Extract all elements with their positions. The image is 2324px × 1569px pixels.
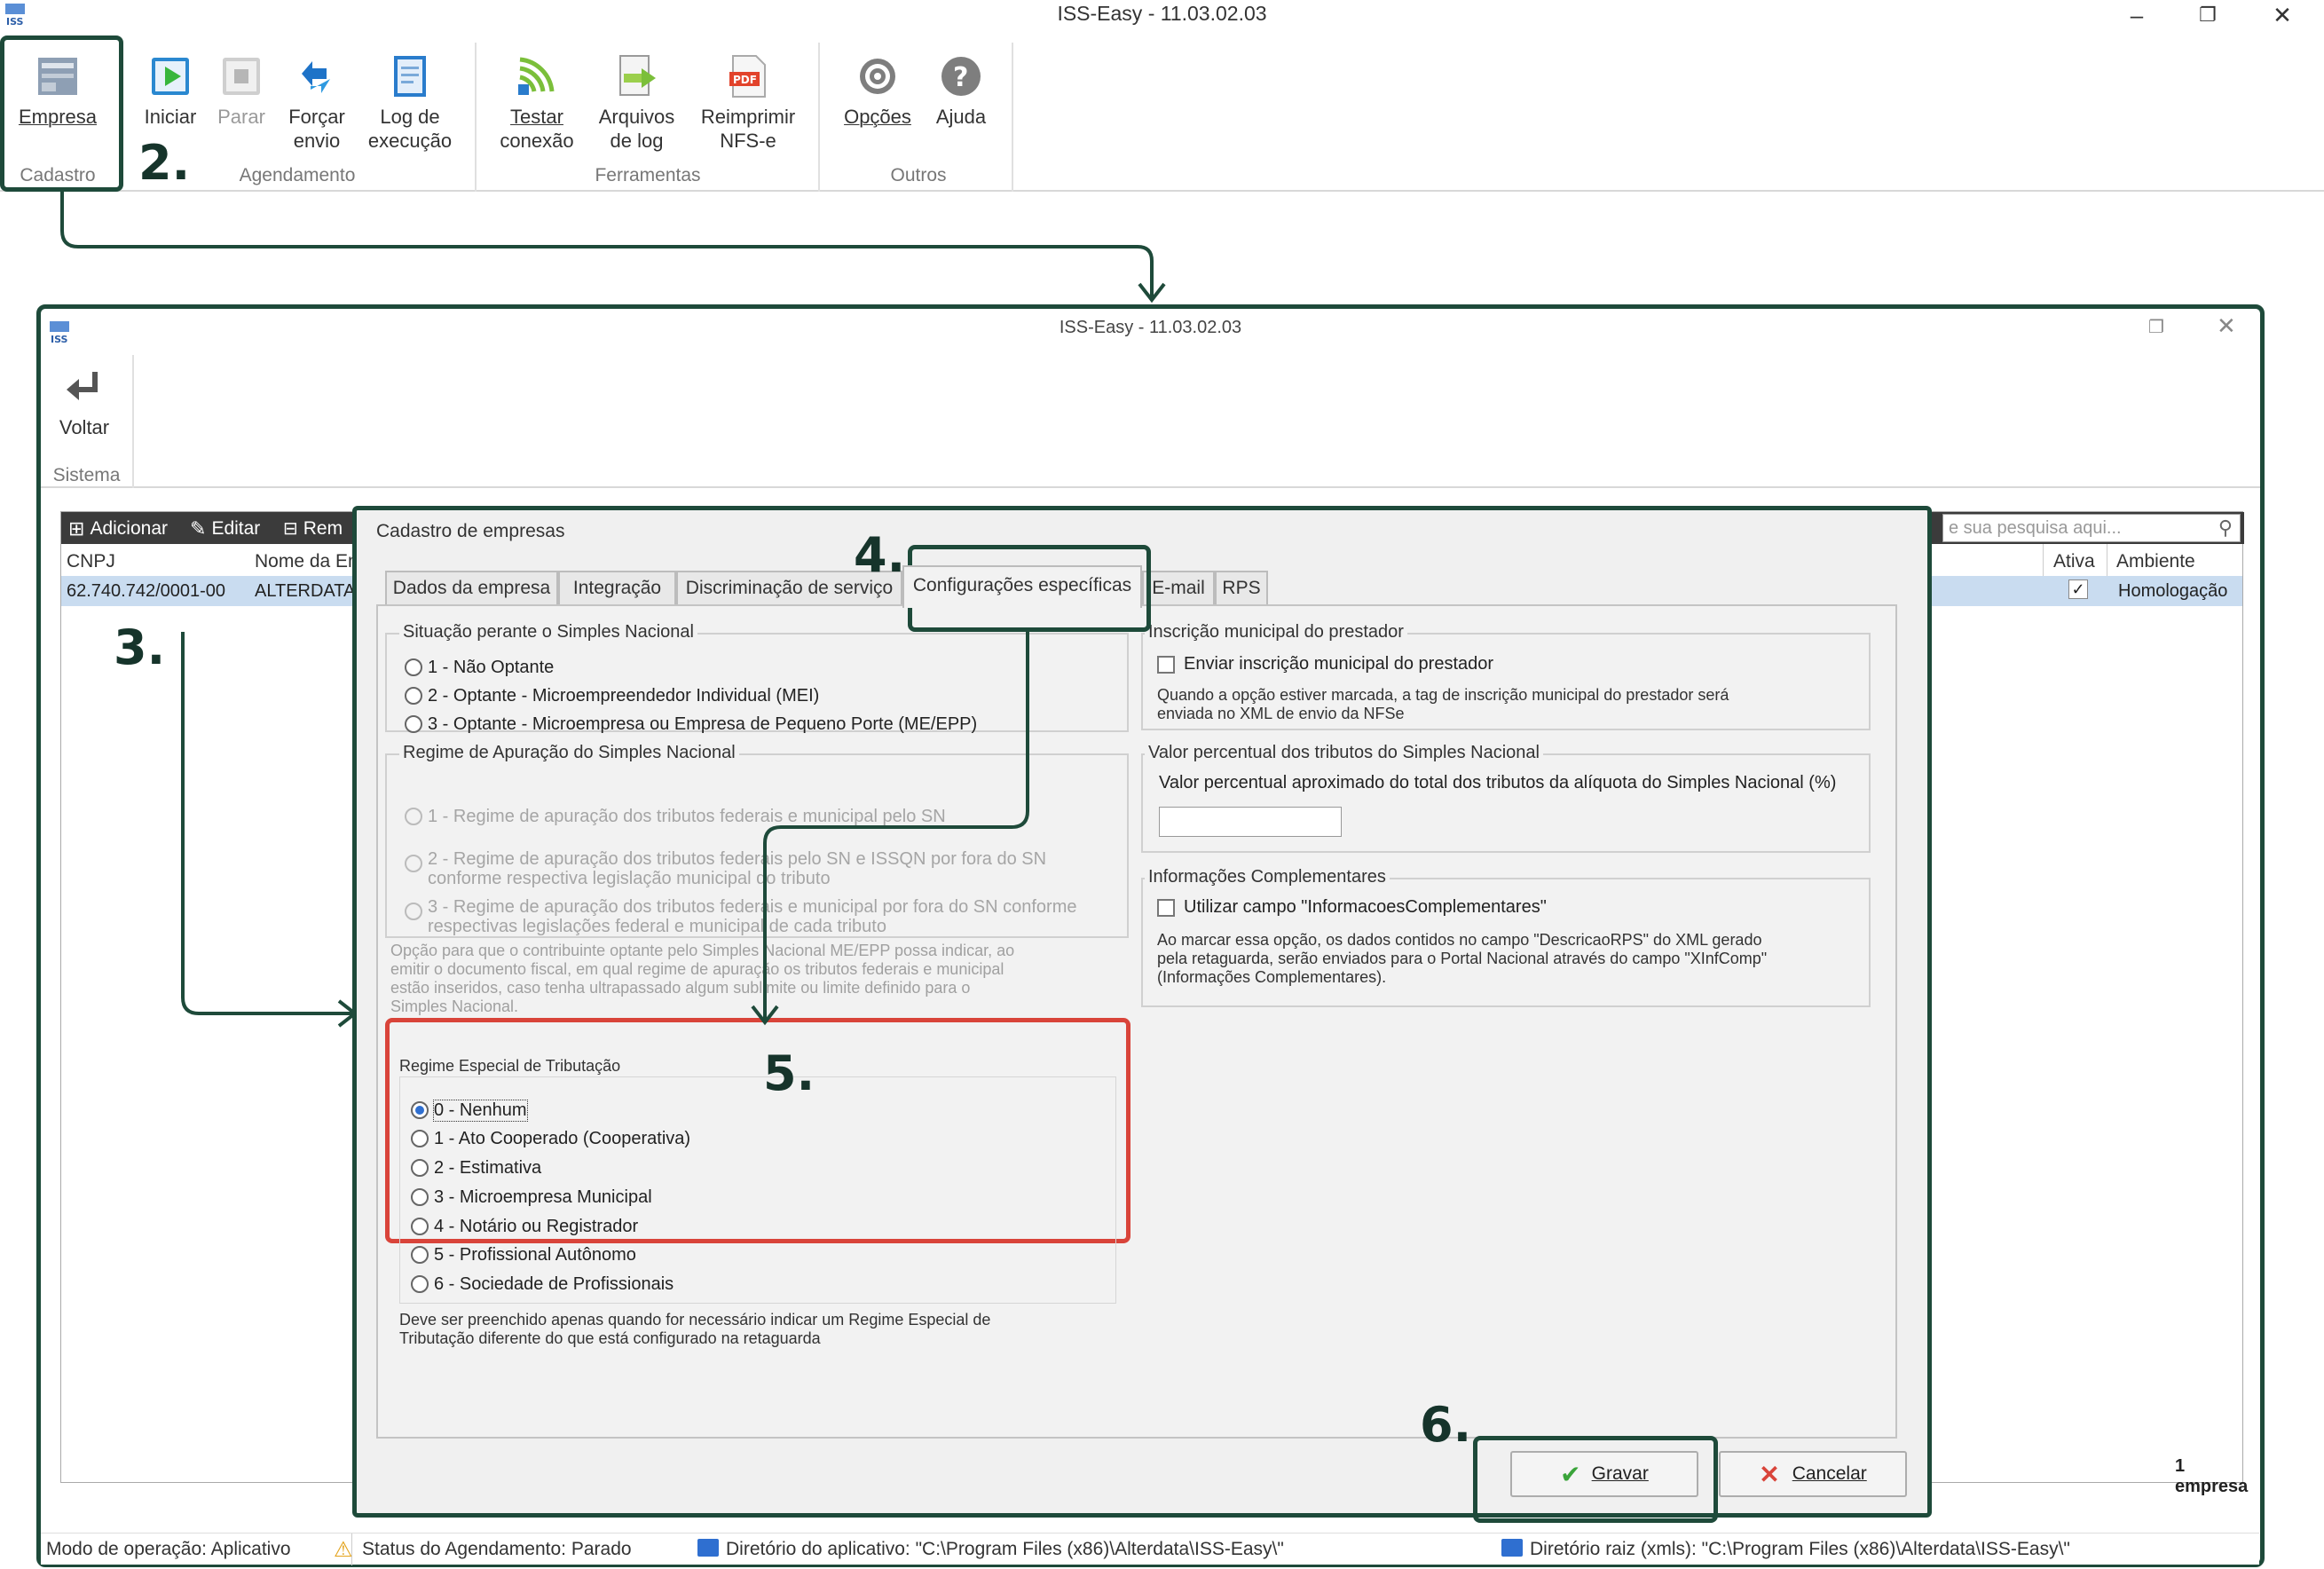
status-bar: Modo de operação: Aplicativo ⚠ Status do… xyxy=(41,1533,2259,1565)
annotation-arrow-4 xyxy=(751,632,1029,1026)
folder-icon xyxy=(697,1539,719,1557)
status-agendamento: Status do Agendamento: Parado xyxy=(362,1539,632,1559)
status-diretorio-app: Diretório do aplicativo: "C:\Program Fil… xyxy=(726,1539,1284,1559)
step-5-label: 5. xyxy=(763,1045,815,1101)
tab-configuracoes-especificas[interactable]: Configurações específicas xyxy=(902,565,1142,608)
warning-icon: ⚠ xyxy=(334,1538,353,1562)
status-modo: Modo de operação: Aplicativo xyxy=(46,1539,291,1559)
status-diretorio-raiz: Diretório raiz (xmls): "C:\Program Files… xyxy=(1530,1539,2070,1559)
step-6-label: 6. xyxy=(1420,1397,1472,1453)
annotation-box-gravar xyxy=(1473,1436,1718,1523)
folder-icon xyxy=(1501,1539,1523,1557)
